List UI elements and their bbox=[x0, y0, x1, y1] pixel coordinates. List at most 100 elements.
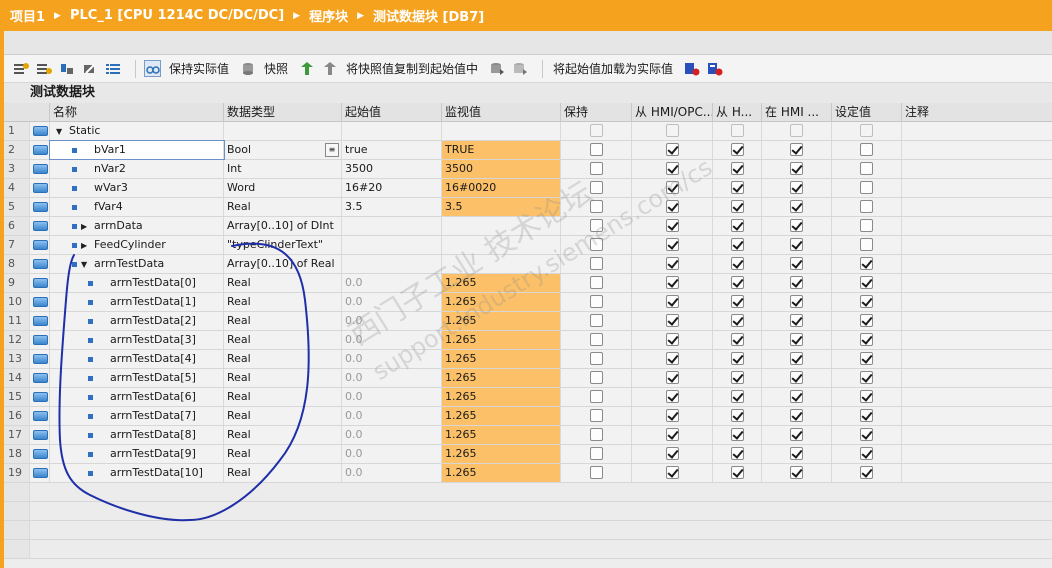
comment-cell[interactable] bbox=[902, 236, 1052, 254]
table-row[interactable]: 9 arrnTestData[0] Real 0.0 1.265 bbox=[4, 274, 1052, 293]
copy-snapshot-all-icon[interactable] bbox=[321, 60, 338, 77]
edit-list-icon[interactable]: ≡ bbox=[325, 143, 339, 157]
header-monitor-value[interactable]: 监视值 bbox=[442, 103, 561, 122]
datatype-cell[interactable]: Real bbox=[224, 274, 342, 292]
name-cell[interactable]: arrnTestData[1] bbox=[50, 293, 224, 311]
in-hmi-visible-checkbox[interactable] bbox=[790, 276, 803, 289]
comment-cell[interactable] bbox=[902, 464, 1052, 482]
datatype-cell[interactable]: Real bbox=[224, 388, 342, 406]
start-value-cell[interactable]: true bbox=[342, 141, 442, 159]
hmi-writable-checkbox[interactable] bbox=[730, 428, 744, 441]
hmi-opc-accessible-checkbox[interactable] bbox=[665, 219, 679, 232]
table-row[interactable]: 11 arrnTestData[2] Real 0.0 1.265 bbox=[4, 312, 1052, 331]
in-hmi-visible-checkbox[interactable] bbox=[790, 314, 803, 327]
name-cell[interactable]: arrnTestData[3] bbox=[50, 331, 224, 349]
copy-snapshot-to-start-button[interactable]: 将快照值复制到起始值中 bbox=[346, 60, 478, 77]
comment-cell[interactable] bbox=[902, 198, 1052, 216]
retain-checkbox[interactable] bbox=[589, 371, 603, 384]
name-cell[interactable]: ▶ FeedCylinder bbox=[50, 236, 224, 254]
start-value-cell[interactable]: 0.0 bbox=[342, 445, 442, 463]
retain-checkbox[interactable] bbox=[589, 314, 603, 327]
setpoint-checkbox[interactable] bbox=[860, 181, 873, 194]
hmi-opc-accessible-checkbox[interactable] bbox=[665, 276, 679, 289]
insert-row-icon[interactable] bbox=[12, 60, 29, 77]
header-hmi-opc-accessible[interactable]: 从 HMI/OPC... bbox=[632, 103, 713, 122]
load-start-as-actual-button[interactable]: 将起始值加载为实际值 bbox=[553, 60, 673, 77]
table-row[interactable]: 10 arrnTestData[1] Real 0.0 1.265 bbox=[4, 293, 1052, 312]
retain-checkbox[interactable] bbox=[589, 219, 603, 232]
start-value-cell[interactable] bbox=[342, 236, 442, 254]
name-cell[interactable]: fVar4 bbox=[50, 198, 224, 216]
retain-checkbox[interactable] bbox=[589, 352, 603, 365]
collapsed-triangle-icon[interactable]: ▶ bbox=[81, 237, 91, 254]
setpoint-checkbox[interactable] bbox=[860, 238, 873, 251]
name-cell[interactable]: arrnTestData[8] bbox=[50, 426, 224, 444]
header-name[interactable]: 名称 bbox=[50, 103, 224, 122]
comment-cell[interactable] bbox=[902, 122, 1052, 140]
hmi-opc-accessible-checkbox[interactable] bbox=[665, 466, 679, 479]
start-value-cell[interactable]: 0.0 bbox=[342, 464, 442, 482]
start-value-cell[interactable]: 0.0 bbox=[342, 426, 442, 444]
hmi-opc-accessible-checkbox[interactable] bbox=[665, 447, 679, 460]
comment-cell[interactable] bbox=[902, 312, 1052, 330]
table-row[interactable]: 2 bVar1 Bool ≡ true TRUE bbox=[4, 140, 1052, 160]
setpoint-checkbox[interactable] bbox=[860, 352, 873, 365]
table-row[interactable]: 13 arrnTestData[4] Real 0.0 1.265 bbox=[4, 350, 1052, 369]
hmi-writable-checkbox[interactable] bbox=[730, 447, 744, 460]
retain-checkbox[interactable] bbox=[589, 409, 603, 422]
retain-checkbox[interactable] bbox=[589, 428, 603, 441]
hmi-opc-accessible-checkbox[interactable] bbox=[665, 390, 679, 403]
name-cell[interactable]: arrnTestData[7] bbox=[50, 407, 224, 425]
monitor-glasses-icon[interactable] bbox=[144, 60, 161, 77]
datatype-cell[interactable] bbox=[224, 122, 342, 140]
breadcrumb-block[interactable]: 测试数据块 [DB7] bbox=[373, 6, 484, 25]
hmi-writable-checkbox[interactable] bbox=[730, 409, 744, 422]
setpoint-checkbox[interactable] bbox=[860, 257, 873, 270]
name-cell[interactable]: arrnTestData[9] bbox=[50, 445, 224, 463]
retain-checkbox[interactable] bbox=[589, 333, 603, 346]
name-cell[interactable]: wVar3 bbox=[50, 179, 224, 197]
datatype-cell[interactable]: Real bbox=[224, 331, 342, 349]
hmi-opc-accessible-checkbox[interactable] bbox=[665, 352, 679, 365]
hmi-writable-checkbox[interactable] bbox=[730, 219, 744, 232]
hmi-writable-checkbox[interactable] bbox=[730, 390, 744, 403]
setpoint-checkbox[interactable] bbox=[860, 447, 873, 460]
comment-cell[interactable] bbox=[902, 426, 1052, 444]
expanded-triangle-icon[interactable]: ▼ bbox=[56, 123, 66, 140]
in-hmi-visible-checkbox[interactable] bbox=[790, 371, 803, 384]
datatype-cell[interactable]: Real bbox=[224, 350, 342, 368]
in-hmi-visible-checkbox[interactable] bbox=[790, 257, 803, 270]
comment-cell[interactable] bbox=[902, 274, 1052, 292]
start-value-cell[interactable]: 16#20 bbox=[342, 179, 442, 197]
table-row[interactable]: 6 ▶ arrnData Array[0..10] of DInt bbox=[4, 217, 1052, 236]
start-value-cell[interactable] bbox=[342, 217, 442, 235]
in-hmi-visible-checkbox[interactable] bbox=[790, 162, 803, 175]
name-cell[interactable]: arrnTestData[5] bbox=[50, 369, 224, 387]
hmi-opc-accessible-checkbox[interactable] bbox=[665, 295, 679, 308]
table-row[interactable]: 16 arrnTestData[7] Real 0.0 1.265 bbox=[4, 407, 1052, 426]
start-value-cell[interactable]: 0.0 bbox=[342, 369, 442, 387]
start-value-cell[interactable]: 0.0 bbox=[342, 312, 442, 330]
comment-cell[interactable] bbox=[902, 331, 1052, 349]
setpoint-checkbox[interactable] bbox=[860, 333, 873, 346]
retain-checkbox[interactable] bbox=[589, 257, 603, 270]
setpoint-checkbox[interactable] bbox=[860, 314, 873, 327]
hmi-opc-accessible-checkbox[interactable] bbox=[665, 428, 679, 441]
hmi-writable-checkbox[interactable] bbox=[730, 466, 744, 479]
comment-cell[interactable] bbox=[902, 445, 1052, 463]
in-hmi-visible-checkbox[interactable] bbox=[790, 219, 803, 232]
in-hmi-visible-checkbox[interactable] bbox=[790, 352, 803, 365]
in-hmi-visible-checkbox[interactable] bbox=[790, 466, 803, 479]
retain-checkbox[interactable] bbox=[589, 143, 603, 156]
in-hmi-visible-checkbox[interactable] bbox=[790, 143, 803, 156]
header-start-value[interactable]: 起始值 bbox=[342, 103, 442, 122]
name-cell[interactable]: arrnTestData[4] bbox=[50, 350, 224, 368]
hmi-writable-checkbox[interactable] bbox=[730, 162, 744, 175]
datatype-cell[interactable]: Word bbox=[224, 179, 342, 197]
comment-cell[interactable] bbox=[902, 350, 1052, 368]
update-interface-icon[interactable] bbox=[81, 60, 98, 77]
setpoint-checkbox[interactable] bbox=[860, 200, 873, 213]
snapshot-button[interactable]: 快照 bbox=[264, 60, 288, 77]
header-hmi-writable[interactable]: 从 H... bbox=[713, 103, 762, 122]
setpoint-checkbox[interactable] bbox=[860, 390, 873, 403]
